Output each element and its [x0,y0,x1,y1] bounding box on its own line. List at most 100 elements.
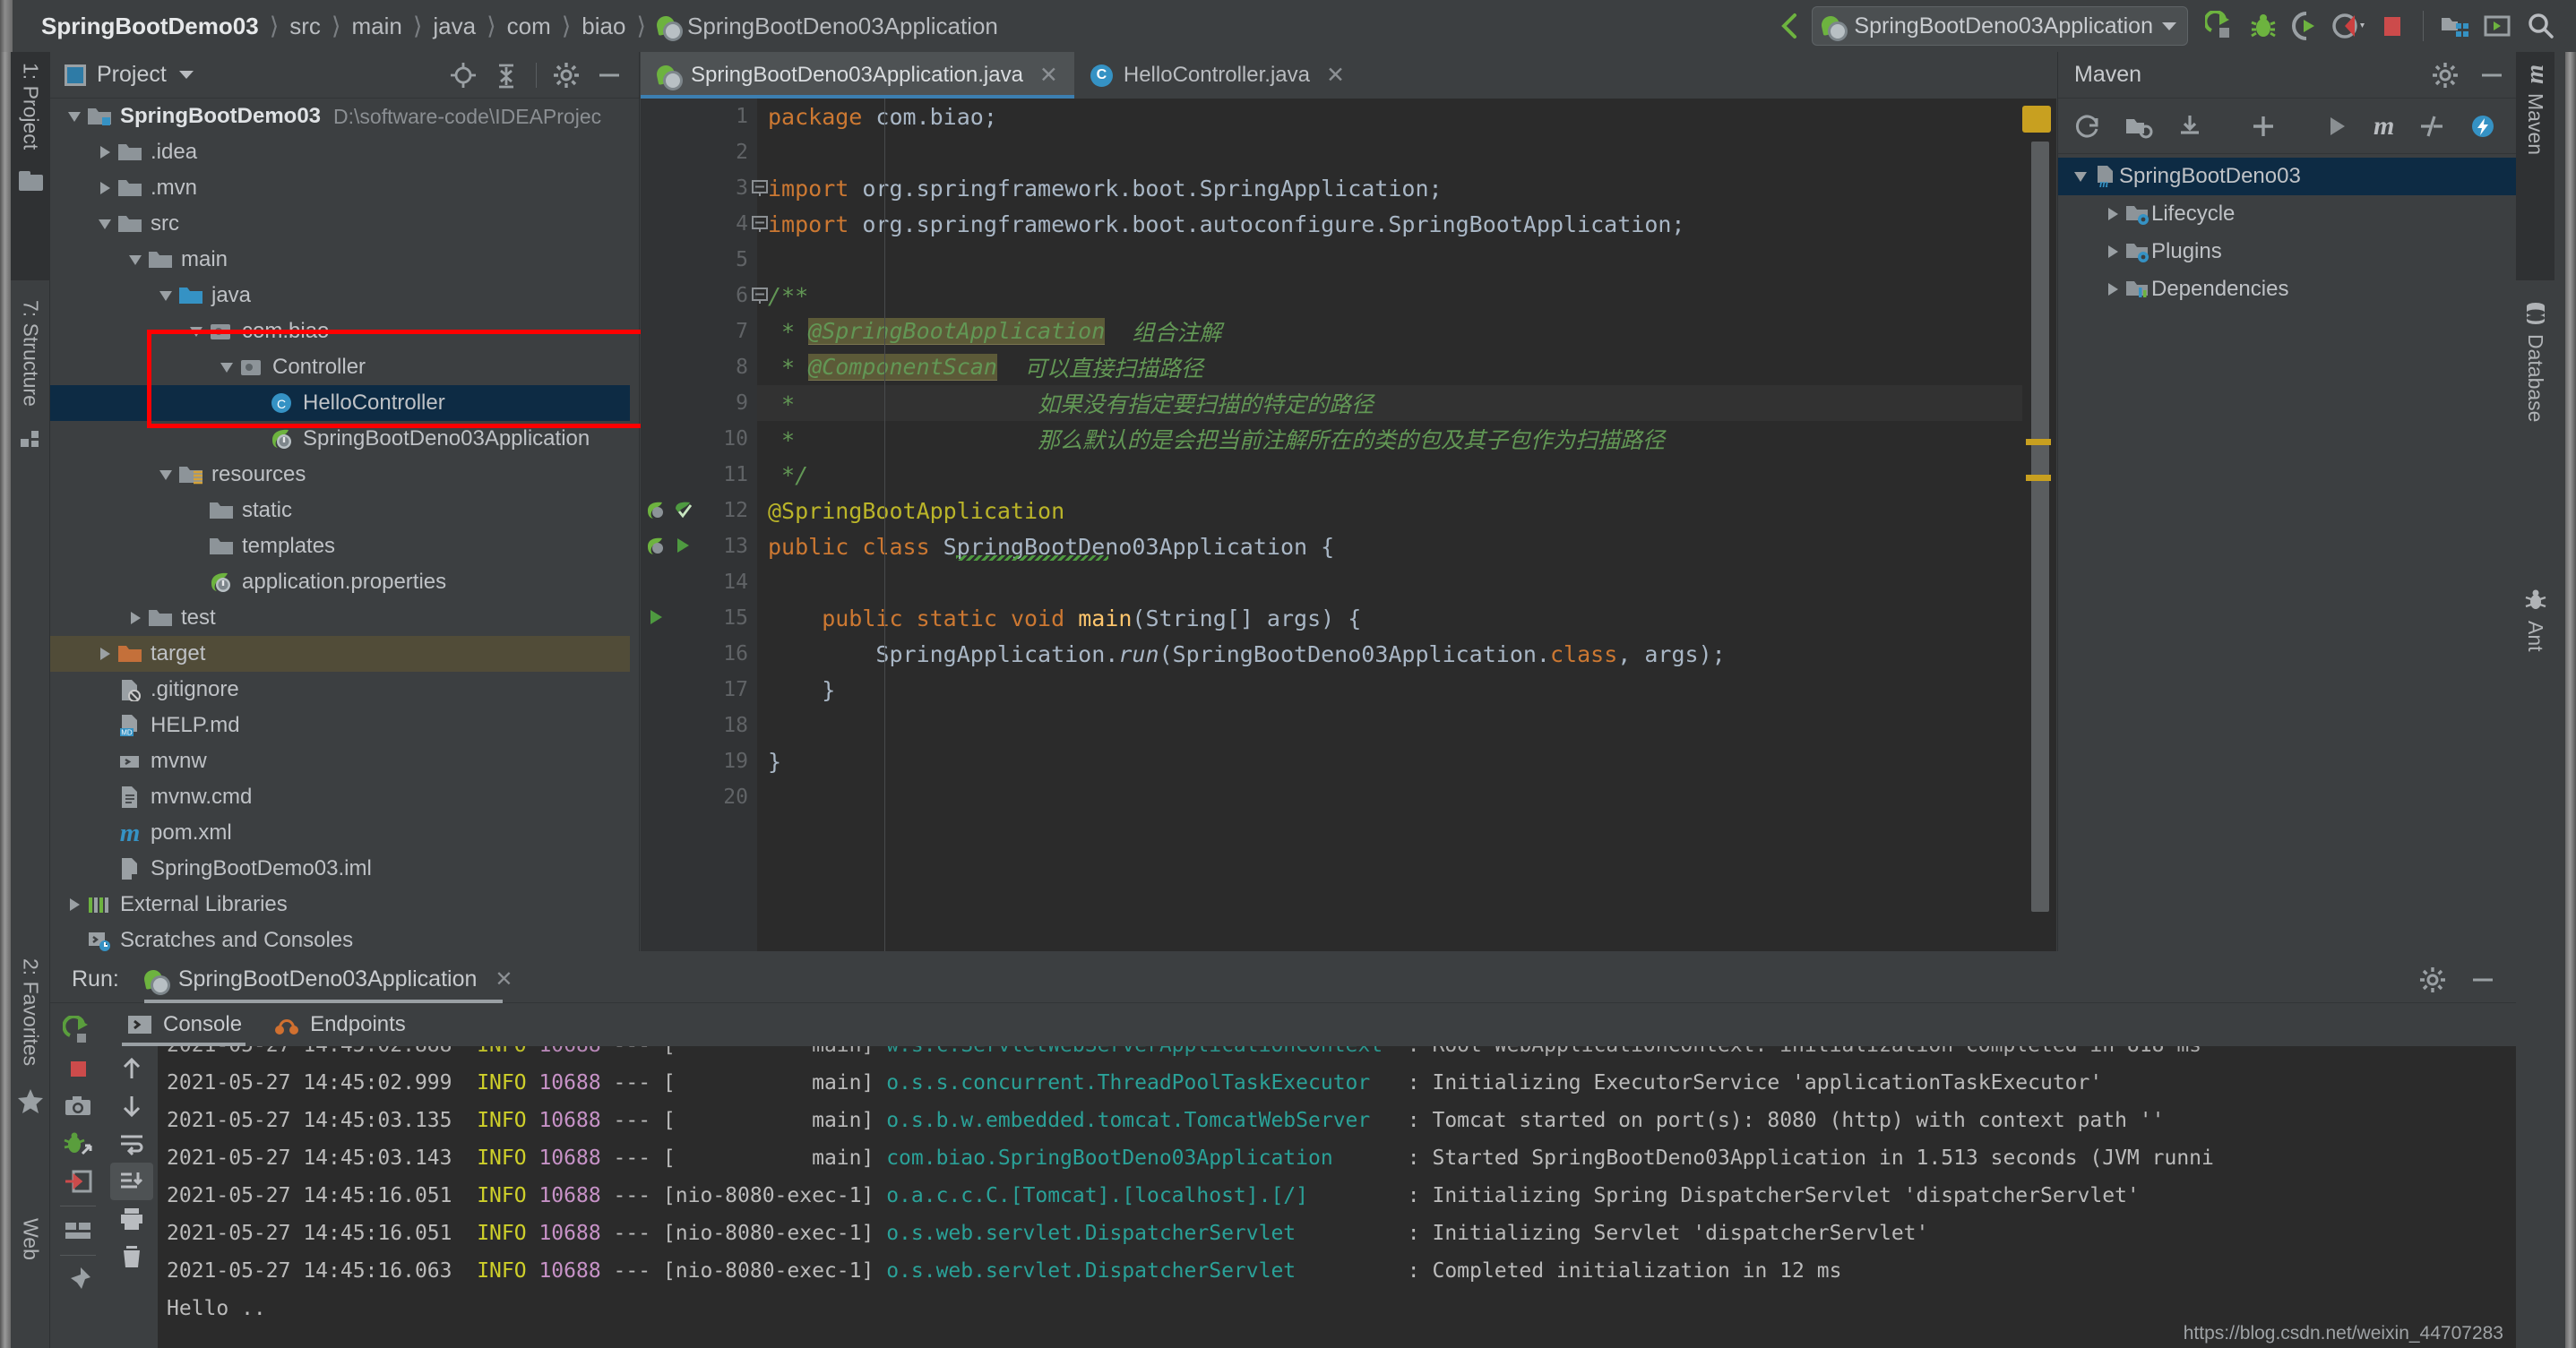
scrollbar-thumb[interactable] [2031,142,2049,912]
code-text[interactable]: package com.biao; import org.springframew… [757,99,2056,957]
arrow-down-icon[interactable] [110,1087,153,1125]
code-line[interactable]: * 如果没有指定要扫描的特定的路径 [757,385,2056,421]
refresh-icon[interactable] [2074,113,2101,140]
tree-expander-icon[interactable] [2069,171,2092,182]
tree-expander-icon[interactable] [63,898,86,911]
project-tree-row[interactable]: .idea [50,134,630,170]
project-tree-row[interactable]: test [50,600,630,636]
trash-icon[interactable] [110,1238,153,1275]
chevron-down-icon[interactable] [178,71,194,79]
breadcrumb-item-src[interactable]: src [280,13,330,40]
code-line[interactable] [757,779,2056,815]
warning-marker[interactable] [2026,439,2051,445]
project-tree-row[interactable]: mvnw.cmd [50,779,630,815]
stop-button[interactable] [2371,4,2414,47]
close-icon[interactable]: ✕ [1326,62,1345,89]
maven-m-icon[interactable]: m [2374,111,2394,142]
breadcrumb-item-project[interactable]: SpringBootDemo03 [32,13,268,40]
project-tree-row[interactable]: target [50,636,630,672]
maven-tree-row[interactable]: Lifecycle [2058,195,2516,233]
tree-expander-icon[interactable] [93,219,116,229]
breadcrumb-item-main[interactable]: main [342,13,410,40]
editor-gutter[interactable]: 1 2 3 4 5 6 7 8 9 10 11 12 13 14 15 16 17 18 19 20 [641,99,768,957]
run-button[interactable] [2199,4,2242,47]
project-tree-row[interactable]: mvnw [50,743,630,779]
code-line[interactable]: * @SpringBootApplication 组合注解 [757,313,2056,349]
project-tree-row[interactable]: static [50,493,630,528]
tree-expander-icon[interactable] [124,254,147,265]
breadcrumb-item-class[interactable]: SpringBootDeno03Application [648,13,1007,41]
debug-button[interactable] [2242,4,2285,47]
plus-icon[interactable] [2250,113,2277,140]
sidebar-item-ant[interactable]: Ant [2516,576,2554,755]
tree-expander-icon[interactable] [63,111,86,122]
project-tree-row[interactable]: resources [50,457,630,493]
breadcrumb-item-com[interactable]: com [498,13,560,40]
minimize-icon[interactable] [596,62,623,89]
code-line[interactable]: public class SpringBootDeno03Application… [757,528,2056,564]
code-line[interactable]: * 那么默认的是会把当前注解所在的类的包及其子包作为扫描路径 [757,421,2056,457]
inspection-ok-icon[interactable] [673,500,694,521]
code-line[interactable] [757,564,2056,600]
sidebar-item-database[interactable]: Database [2516,289,2554,567]
project-tree-row[interactable]: SpringBootDemo03.iml [50,851,630,887]
project-tree-row[interactable]: SpringBootDeno03Application [50,421,630,457]
tree-expander-icon[interactable] [124,612,147,624]
run-tab[interactable]: SpringBootDeno03Application ✕ [143,957,526,1003]
pin-icon[interactable] [50,1261,106,1299]
run-icon[interactable] [2323,113,2350,140]
breadcrumb-item-java[interactable]: java [424,13,485,40]
gear-icon[interactable] [553,62,580,89]
project-tree-row[interactable]: MD HELP.md [50,708,630,743]
sidebar-item-maven[interactable]: m Maven [2516,52,2554,280]
back-arrow-icon[interactable] [1769,4,1812,47]
tree-expander-icon[interactable] [2101,283,2124,296]
search-icon[interactable] [2519,4,2562,47]
download-icon[interactable] [2176,113,2203,140]
tree-expander-icon[interactable] [185,326,208,337]
offline-icon[interactable] [2469,113,2496,140]
inspection-status-badge[interactable] [2022,106,2051,133]
gear-icon[interactable] [2432,62,2459,89]
project-tree-row[interactable]: templates [50,528,630,564]
project-tree-row[interactable]: main [50,242,630,278]
arrow-up-icon[interactable] [110,1050,153,1087]
maven-tree[interactable]: m SpringBootDeno03 Lifecycle Plugins Depende… [2058,154,2516,308]
tree-expander-icon[interactable] [2101,208,2124,220]
gear-icon[interactable] [2419,966,2446,993]
crosshair-icon[interactable] [450,62,477,89]
tree-expander-icon[interactable] [93,146,116,159]
code-line[interactable]: package com.biao; [757,99,2056,134]
project-tree-row[interactable]: com.biao [50,313,630,349]
maven-tree-row[interactable]: Dependencies [2058,270,2516,308]
code-line[interactable]: @SpringBootApplication [757,493,2056,528]
code-line[interactable] [757,134,2056,170]
project-tree-row[interactable]: java [50,278,630,313]
project-tree-row[interactable]: .gitignore [50,672,630,708]
tab-console[interactable]: Console [121,1003,246,1046]
rerun-icon[interactable] [50,1012,106,1050]
tree-expander-icon[interactable] [93,182,116,194]
project-tree-row[interactable]: Controller [50,349,630,385]
spring-bean-icon[interactable] [646,536,668,557]
code-line[interactable]: import org.springframework.boot.SpringAp… [757,170,2056,206]
code-line[interactable]: } [757,672,2056,708]
project-tree-row[interactable]: C HelloController [50,385,630,421]
attach-debugger-icon[interactable] [50,1125,106,1163]
stop-icon[interactable] [50,1050,106,1087]
sidebar-item-structure[interactable]: 7: Structure [11,289,50,558]
code-line[interactable] [757,708,2056,743]
project-tree-row[interactable]: SpringBootDemo03 D:\software-code\IDEAPro… [50,99,630,134]
breadcrumb-item-biao[interactable]: biao [573,13,634,40]
code-line[interactable]: public static void main (String[] args) { [757,600,2056,636]
minimize-icon[interactable] [2478,62,2505,89]
maven-tree-row[interactable]: m SpringBootDeno03 [2058,158,2516,195]
code-line[interactable]: SpringApplication. run (SpringBootDeno03Ap… [757,636,2056,672]
code-line[interactable]: /** [757,278,2056,313]
code-line[interactable]: } [757,743,2056,779]
layout-icon[interactable] [50,1212,106,1249]
code-line[interactable] [757,242,2056,278]
code-area[interactable]: 1 2 3 4 5 6 7 8 9 10 11 12 13 14 15 16 17 18 19 20 package … [641,99,2056,957]
console-output[interactable]: https://blog.csdn.net/weixin_44707283 20… [158,1046,2516,1348]
sidebar-item-web[interactable]: Web [11,1207,50,1342]
